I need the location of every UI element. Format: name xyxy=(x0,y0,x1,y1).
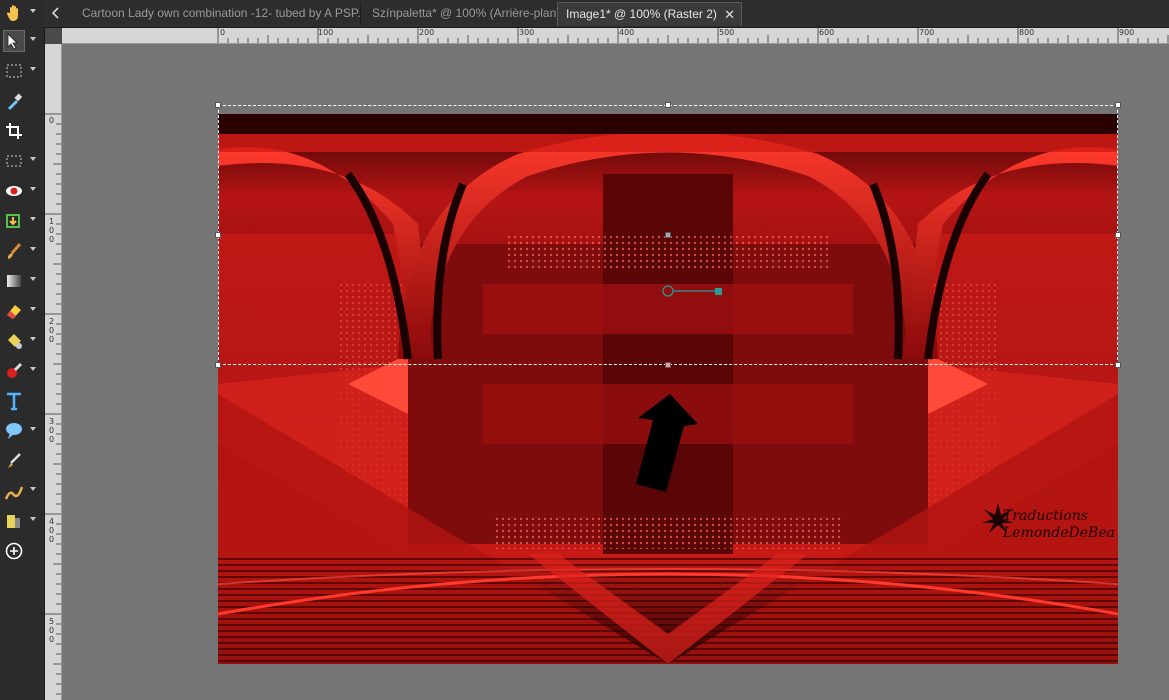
red-arches-artwork xyxy=(218,114,1118,664)
ruler-label: 200 xyxy=(419,28,435,37)
ruler-label: 1 0 0 xyxy=(49,217,55,244)
gradient-icon xyxy=(7,275,21,287)
tool-red-eye[interactable] xyxy=(0,178,44,206)
chevron-down-icon[interactable] xyxy=(30,337,36,341)
pick-icon xyxy=(3,30,25,52)
chevron-down-icon[interactable] xyxy=(30,307,36,311)
chevron-down-icon[interactable] xyxy=(30,9,36,13)
selection-handle-bottom[interactable] xyxy=(665,362,671,368)
chevron-down-icon[interactable] xyxy=(30,517,36,521)
tool-picture-tube[interactable] xyxy=(0,508,44,536)
straighten-icon xyxy=(6,155,22,167)
ruler-label: 900 xyxy=(1119,28,1135,37)
tool-selection[interactable] xyxy=(0,58,44,86)
chevron-down-icon[interactable] xyxy=(30,367,36,371)
vertical-ruler: 0 1 0 0 2 0 0 3 0 0 4 0 0 5 0 0 xyxy=(45,44,62,700)
tool-crop[interactable] xyxy=(0,118,44,146)
selection-handle-top-right[interactable] xyxy=(1115,102,1121,108)
ruler-label: 5 0 0 xyxy=(49,617,55,644)
chevron-down-icon[interactable] xyxy=(30,427,36,431)
tool-pen[interactable] xyxy=(0,448,44,476)
ruler-label: 600 xyxy=(819,28,835,37)
tool-art-brush[interactable] xyxy=(0,478,44,506)
close-icon[interactable]: ✕ xyxy=(724,3,735,26)
chevron-down-icon[interactable] xyxy=(30,217,36,221)
ruler-label: 0 xyxy=(220,28,226,37)
ruler-label: 2 0 0 xyxy=(49,317,55,344)
tab-image1[interactable]: Image1* @ 100% (Raster 2) ✕ xyxy=(557,2,742,26)
red-eye-icon xyxy=(6,186,22,196)
tool-preset-shape[interactable] xyxy=(0,418,44,446)
chevron-down-icon[interactable] xyxy=(30,487,36,491)
ruler-label: 500 xyxy=(719,28,735,37)
ruler-label: 300 xyxy=(519,28,535,37)
ruler-label: 800 xyxy=(1019,28,1035,37)
ruler-label: 3 0 0 xyxy=(49,417,55,444)
preset-shape-icon xyxy=(6,423,22,439)
tool-pan[interactable] xyxy=(0,0,44,28)
add-tools-icon xyxy=(5,542,23,560)
rotation-handle[interactable] xyxy=(660,284,726,298)
tool-paint-brush[interactable] xyxy=(0,238,44,266)
selection-handle-right[interactable] xyxy=(1115,232,1121,238)
chevron-down-icon[interactable] xyxy=(30,37,36,41)
chevron-down-icon[interactable] xyxy=(30,187,36,191)
pan-icon xyxy=(6,5,18,21)
document-tab-bar: Cartoon Lady own combination -12- tubed … xyxy=(44,0,1169,28)
selection-handle-bottom-right[interactable] xyxy=(1115,362,1121,368)
ruler-label: 0 xyxy=(49,116,55,125)
ruler-label: 100 xyxy=(318,28,334,37)
chevron-down-icon[interactable] xyxy=(30,247,36,251)
fill-icon xyxy=(8,334,22,349)
tab-label: Image1* @ 100% (Raster 2) xyxy=(566,7,717,21)
horizontal-ruler: 0 100 200 300 400 500 600 700 800 900 xyxy=(62,28,1169,44)
tool-eraser[interactable] xyxy=(0,298,44,326)
selection-handle-left[interactable] xyxy=(215,232,221,238)
tool-gradient[interactable] xyxy=(0,268,44,296)
tab-label: Színpaletta* @ 100% (Arrière-plan) xyxy=(372,6,559,20)
clone-icon xyxy=(6,214,20,228)
tool-straighten[interactable] xyxy=(0,148,44,176)
ruler-label: 400 xyxy=(619,28,635,37)
watermark-line-2: LemondeDeBea xyxy=(1003,525,1115,541)
image-canvas[interactable] xyxy=(218,114,1118,664)
tool-dropper[interactable] xyxy=(0,88,44,116)
watermark-line-1: Traductions xyxy=(1003,508,1088,524)
selection-handle-top-left[interactable] xyxy=(215,102,221,108)
ruler-label: 700 xyxy=(919,28,935,37)
paint-brush-icon xyxy=(7,243,22,259)
dropper-icon xyxy=(8,93,23,110)
selection-handle-bottom-left[interactable] xyxy=(215,362,221,368)
eraser-icon xyxy=(7,305,21,319)
tools-toolbar xyxy=(0,0,45,700)
chevron-down-icon[interactable] xyxy=(30,67,36,71)
tab-cartoon-lady[interactable]: Cartoon Lady own combination -12- tubed … xyxy=(74,2,361,25)
tab-color-palette[interactable]: Színpaletta* @ 100% (Arrière-plan) xyxy=(364,2,559,25)
ruler-corner xyxy=(45,28,62,44)
pivot-handle[interactable] xyxy=(665,232,671,238)
color-replacer-icon xyxy=(7,362,23,378)
chevron-down-icon[interactable] xyxy=(30,157,36,161)
tab-label: Cartoon Lady own combination -12- tubed … xyxy=(82,6,361,20)
text-icon xyxy=(7,392,21,411)
watermark-text: Traductions LemondeDeBea xyxy=(1003,508,1115,542)
chevron-left-icon[interactable] xyxy=(48,5,64,21)
crop-icon xyxy=(6,123,22,139)
picture-tube-icon xyxy=(7,515,20,528)
selection-icon xyxy=(6,64,22,78)
tool-clone[interactable] xyxy=(0,208,44,236)
tool-fill[interactable] xyxy=(0,328,44,356)
tool-color-replacer[interactable] xyxy=(0,358,44,386)
pen-icon xyxy=(8,453,21,468)
tool-text[interactable] xyxy=(0,388,44,416)
tool-add[interactable] xyxy=(0,538,44,566)
ruler-label: 4 0 0 xyxy=(49,517,55,544)
tool-pick[interactable] xyxy=(0,28,44,56)
selection-handle-top[interactable] xyxy=(665,102,671,108)
chevron-down-icon[interactable] xyxy=(30,277,36,281)
art-brush-icon xyxy=(4,486,24,500)
